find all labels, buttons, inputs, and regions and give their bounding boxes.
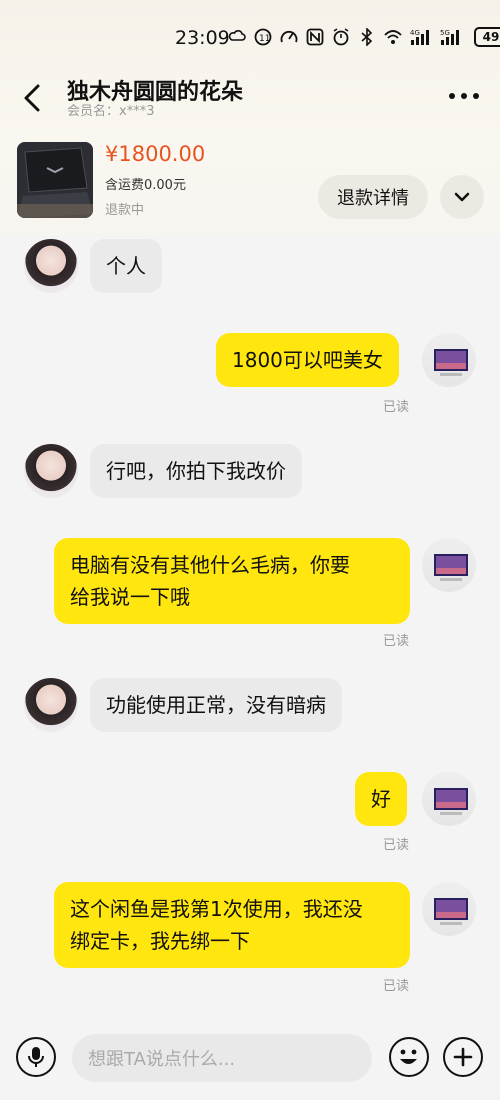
wifi-icon [384,30,402,44]
speed-icon [280,30,298,43]
emoji-button[interactable] [389,1037,429,1077]
notification-icon: 11 [254,28,272,46]
message-bubble-received[interactable]: 个人 [90,239,162,293]
message-line: 绑定卡，我先绑一下 [70,929,250,953]
svg-text:5G: 5G [440,29,450,37]
status-icons: 11 4G 5G 49 [228,26,500,48]
contact-avatar[interactable] [24,239,78,293]
back-icon[interactable] [18,80,48,116]
emoji-icon [400,1049,417,1064]
chevron-down-icon [454,192,470,202]
contact-avatar[interactable] [24,678,78,732]
laptop-image [17,142,93,218]
tv-avatar-image [434,349,468,376]
signal-4g-icon: 4G [410,29,429,45]
my-avatar[interactable] [422,538,476,592]
bluetooth-icon [361,28,373,46]
message-bubble-received[interactable]: 功能使用正常，没有暗病 [90,678,342,732]
refund-details-button[interactable]: 退款详情 [318,175,428,219]
status-time: 23:09 [175,27,230,49]
my-avatar[interactable] [422,882,476,936]
status-bar: 23:09 11 4G 5G 49 [0,0,500,70]
microphone-icon [28,1047,44,1067]
svg-text:11: 11 [259,34,270,44]
product-price: ¥1800.00 [105,142,206,166]
my-avatar[interactable] [422,333,476,387]
product-shipping: 含运费0.00元 [105,178,186,193]
message-bubble-sent[interactable]: 电脑有没有其他什么毛病，你要 给我说一下哦 [54,538,410,624]
expand-button[interactable] [440,175,484,219]
member-name: 会员名：x***3 [67,104,155,119]
signal-5g-icon: 5G [440,29,459,45]
message-line: 这个闲鱼是我第1次使用，我还没 [70,897,363,921]
alarm-icon [333,28,349,46]
plus-icon [453,1047,473,1067]
message-bubble-sent[interactable]: 好 [355,772,407,826]
battery-icon: 49 [474,27,500,47]
read-receipt: 已读 [383,634,410,649]
more-actions-button[interactable] [443,1037,483,1077]
message-input[interactable]: 想跟TA说点什么... [72,1034,372,1082]
svg-text:4G: 4G [410,29,420,37]
read-receipt: 已读 [383,838,410,853]
product-image[interactable] [17,142,93,218]
chat-messages[interactable]: 个人 1800可以吧美女 已读 行吧，你拍下我改价 电脑有没有其他什么毛病，你要… [0,236,500,1022]
read-receipt: 已读 [383,400,410,415]
message-line: 给我说一下哦 [70,585,190,609]
product-card: ¥1800.00 含运费0.00元 退款中 退款详情 [0,138,500,228]
nfc-icon [306,28,324,46]
read-receipt: 已读 [383,979,410,994]
tv-avatar-image [434,898,468,925]
more-icon[interactable] [446,84,482,108]
message-bubble-received[interactable]: 行吧，你拍下我改价 [90,444,302,498]
contact-avatar[interactable] [24,444,78,498]
message-bubble-sent[interactable]: 这个闲鱼是我第1次使用，我还没 绑定卡，我先绑一下 [54,882,410,968]
order-status: 退款中 [105,203,145,218]
message-line: 电脑有没有其他什么毛病，你要 [70,553,350,577]
chat-header: 独木舟圆圆的花朵 会员名：x***3 [0,70,500,130]
voice-button[interactable] [16,1037,56,1077]
input-bar: 想跟TA说点什么... [0,1022,500,1100]
cloud-icon [228,30,246,41]
battery-level: 49 [482,30,500,44]
tv-avatar-image [434,554,468,581]
my-avatar[interactable] [422,772,476,826]
message-bubble-sent[interactable]: 1800可以吧美女 [216,333,399,387]
tv-avatar-image [434,788,468,815]
